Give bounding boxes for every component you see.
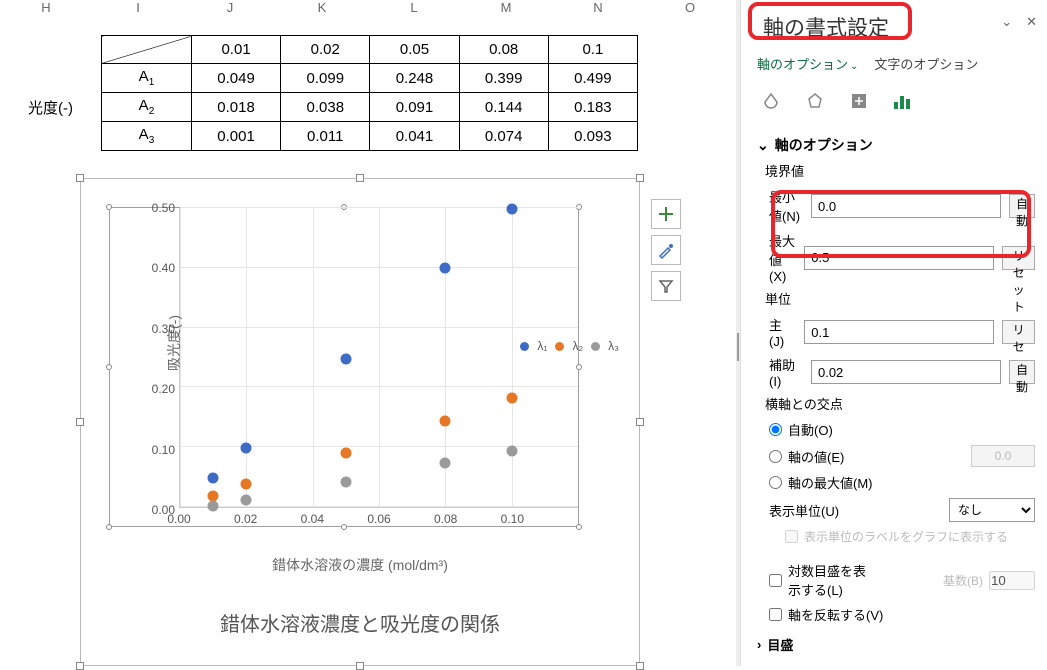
panel-title: 軸の書式設定 (757, 8, 1035, 46)
cross-auto-radio[interactable] (769, 423, 782, 436)
data-point[interactable] (506, 203, 517, 214)
display-unit-label: 表示単位(U) (769, 501, 859, 520)
panel-dropdown-icon[interactable]: ⌄ (1001, 14, 1012, 30)
column-header[interactable]: J (184, 0, 276, 20)
data-point[interactable] (506, 392, 517, 403)
data-point[interactable] (506, 446, 517, 457)
minor-unit-label: 補助(I) (769, 355, 803, 389)
major-unit-label: 主(J) (769, 315, 796, 349)
column-header[interactable]: N (552, 0, 644, 20)
tab-axis-options[interactable]: 軸のオプション⌄ (757, 54, 858, 73)
log-scale-checkbox[interactable] (769, 574, 782, 587)
max-label: 最大値(X) (769, 231, 796, 284)
panel-close-icon[interactable]: ✕ (1026, 14, 1037, 30)
chart-title[interactable]: 錯体水溶液濃度と吸光度の関係 (81, 608, 639, 637)
bounds-label: 境界値 (757, 159, 1035, 184)
column-header[interactable]: O (644, 0, 736, 20)
chart-styles-button[interactable] (651, 235, 681, 265)
x-axis-title[interactable]: 錯体水溶液の濃度 (mol/dm³) (81, 555, 639, 575)
data-point[interactable] (241, 479, 252, 490)
units-label: 単位 (757, 287, 1035, 312)
max-input[interactable] (804, 246, 994, 270)
data-point[interactable] (440, 457, 451, 468)
cross-max-radio[interactable] (769, 476, 782, 489)
tab-text-options[interactable]: 文字のオプション (874, 54, 978, 73)
cross-value-radio[interactable] (769, 450, 782, 463)
min-input[interactable] (811, 194, 1001, 218)
column-header[interactable]: L (368, 0, 460, 20)
chart-elements-button[interactable] (651, 199, 681, 229)
section-tick-marks[interactable]: ›目盛 (757, 627, 1035, 662)
data-point[interactable] (340, 447, 351, 458)
reverse-axis-checkbox[interactable] (769, 608, 782, 621)
max-reset-button[interactable]: リセット (1002, 246, 1035, 270)
size-properties-icon[interactable] (845, 87, 873, 115)
chart-legend[interactable]: λ₁λ₂λ₃ (520, 339, 619, 353)
effects-icon[interactable] (801, 87, 829, 115)
column-header[interactable]: H (0, 0, 92, 20)
data-point[interactable] (440, 415, 451, 426)
column-header[interactable]: I (92, 0, 184, 20)
display-unit-select[interactable]: なし (949, 498, 1035, 522)
chart-filters-button[interactable] (651, 271, 681, 301)
chart-object[interactable]: 吸光度(-) 0.000.020.040.060.080.100.000.100… (80, 178, 640, 666)
data-point[interactable] (340, 353, 351, 364)
major-unit-reset-button[interactable]: リセット (1002, 320, 1035, 344)
data-point[interactable] (440, 263, 451, 274)
data-point[interactable] (340, 477, 351, 488)
data-table[interactable]: 0.01 0.02 0.05 0.08 0.1 光度(-) A1 0.0490.… (0, 35, 638, 151)
section-axis-options[interactable]: ⌄軸のオプション (757, 127, 1035, 159)
data-point[interactable] (241, 442, 252, 453)
major-unit-input[interactable] (804, 320, 994, 344)
minor-unit-input[interactable] (811, 360, 1001, 384)
data-point[interactable] (208, 501, 219, 512)
min-auto-button[interactable]: 自動 (1009, 194, 1035, 218)
plot-area[interactable]: 吸光度(-) 0.000.020.040.060.080.100.000.100… (109, 207, 579, 527)
minor-unit-auto-button[interactable]: 自動 (1009, 360, 1035, 384)
section-labels[interactable]: ›ラベル (757, 662, 1035, 666)
data-point[interactable] (208, 472, 219, 483)
column-header[interactable]: M (460, 0, 552, 20)
row-header-ylabel: 光度(-) (0, 64, 101, 151)
log-base-input (989, 571, 1035, 590)
display-unit-label-checkbox (785, 530, 798, 543)
data-point[interactable] (241, 495, 252, 506)
axis-options-icon[interactable] (889, 87, 917, 115)
cross-label: 横軸との交点 (757, 392, 1035, 417)
fill-line-icon[interactable] (757, 87, 785, 115)
column-header[interactable]: K (276, 0, 368, 20)
format-axis-panel: 軸の書式設定 ⌄ ✕ 軸のオプション⌄ 文字のオプション ⌄軸のオプション 境界… (740, 0, 1047, 666)
min-label: 最小値(N) (769, 187, 803, 225)
